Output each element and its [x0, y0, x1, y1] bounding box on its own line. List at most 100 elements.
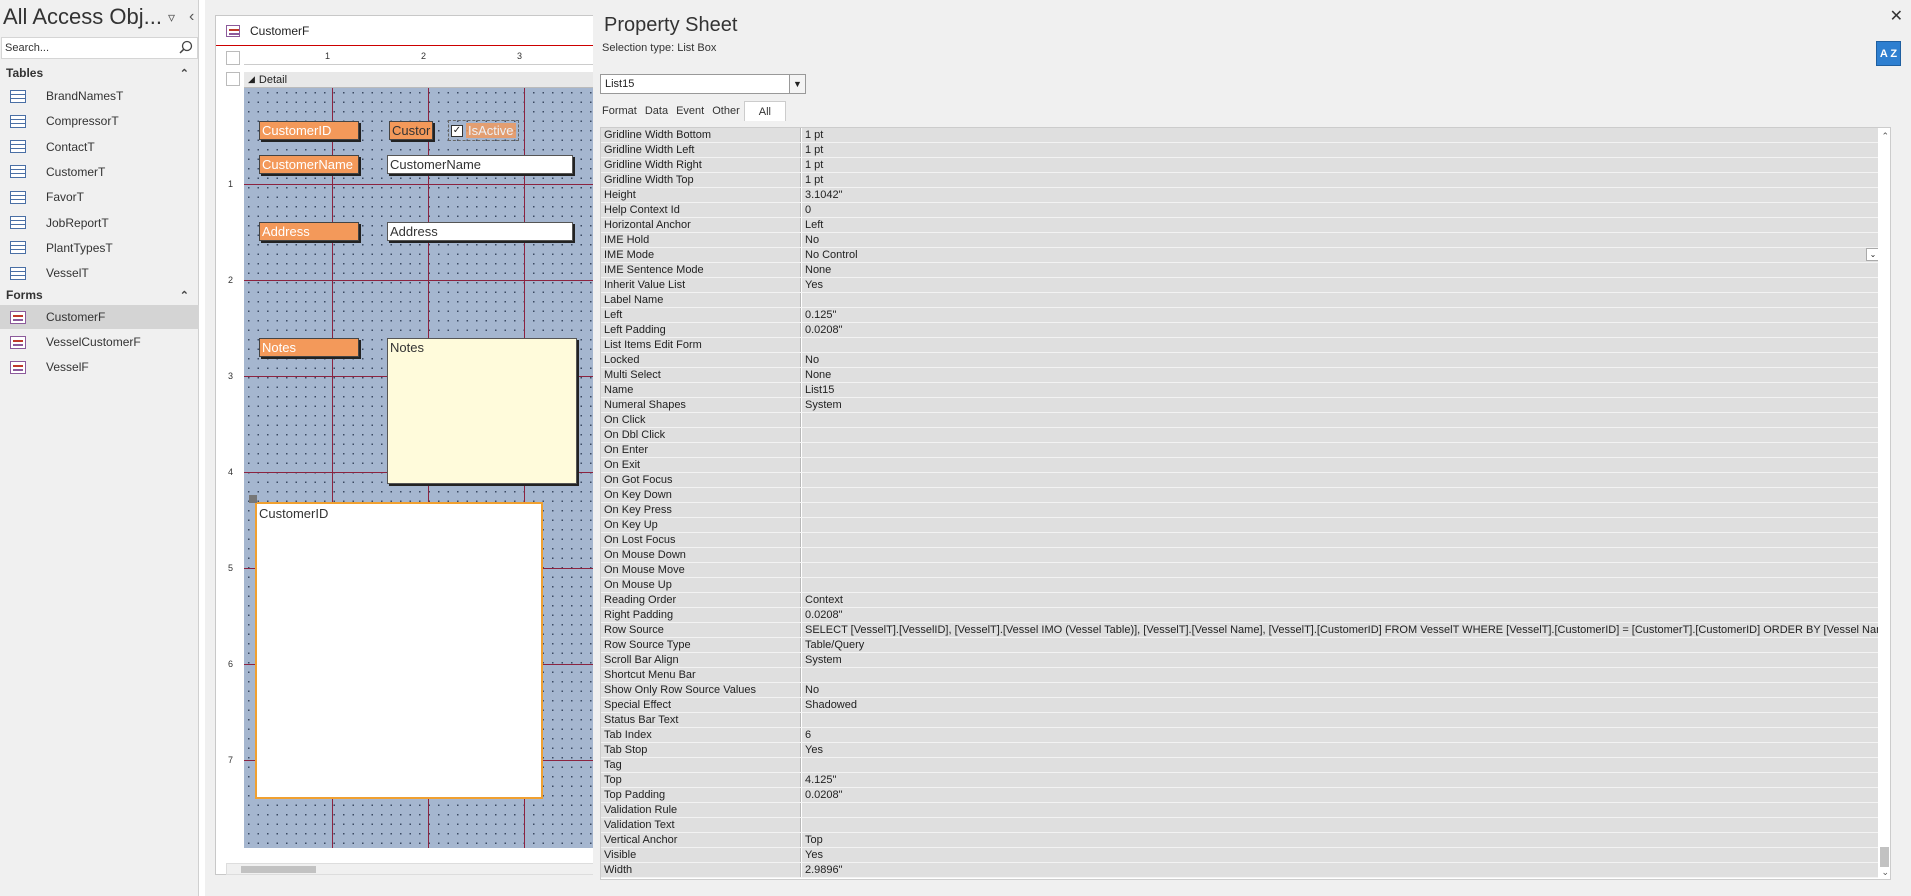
property-value[interactable]: 4.125" [802, 773, 1882, 787]
property-value[interactable] [802, 668, 1882, 682]
isactive-checkbox-control[interactable]: ✓ IsActive [448, 120, 519, 141]
property-value[interactable]: 0.125" [802, 308, 1882, 322]
property-value[interactable]: System [802, 653, 1882, 667]
property-value[interactable]: 0.0208" [802, 608, 1882, 622]
property-value[interactable]: No [802, 683, 1882, 697]
property-value[interactable] [802, 293, 1882, 307]
property-row[interactable]: Inherit Value List Yes [601, 278, 1890, 293]
property-row[interactable]: On Click [601, 413, 1890, 428]
nav-item-table[interactable]: BrandNamesT [0, 84, 199, 108]
property-row[interactable]: Numeral Shapes System [601, 398, 1890, 413]
property-row[interactable]: Gridline Width Left 1 pt [601, 143, 1890, 158]
nav-item-table[interactable]: CompressorT [0, 109, 199, 133]
property-value[interactable]: Yes [802, 743, 1882, 757]
property-value[interactable] [802, 533, 1882, 547]
section-forms[interactable]: Forms ⌃ [0, 284, 199, 306]
search-input[interactable] [2, 41, 172, 55]
nav-title[interactable]: All Access Obj... [3, 4, 162, 30]
chevron-up-icon[interactable]: ⌃ [180, 67, 189, 80]
property-row[interactable]: Name List15 [601, 383, 1890, 398]
property-row[interactable]: Scroll Bar Align System [601, 653, 1890, 668]
tab-format[interactable]: Format [600, 101, 641, 121]
property-value[interactable] [802, 503, 1882, 517]
property-value[interactable] [802, 713, 1882, 727]
property-value[interactable]: 2.9896" [802, 863, 1882, 877]
property-row[interactable]: Vertical Anchor Top [601, 833, 1890, 848]
nav-item-table[interactable]: PlantTypesT [0, 236, 199, 260]
property-row[interactable]: Height 3.1042" [601, 188, 1890, 203]
notes-label[interactable]: Notes [259, 338, 359, 357]
property-value[interactable] [802, 548, 1882, 562]
property-row[interactable]: IME Sentence Mode None [601, 263, 1890, 278]
chevron-down-icon[interactable]: ▼ [789, 75, 805, 93]
property-value[interactable]: System [802, 398, 1882, 412]
property-value[interactable] [802, 428, 1882, 442]
property-value[interactable] [802, 578, 1882, 592]
property-value[interactable] [802, 518, 1882, 532]
property-row[interactable]: On Key Press [601, 503, 1890, 518]
property-value[interactable]: Context [802, 593, 1882, 607]
property-value[interactable] [802, 443, 1882, 457]
property-value[interactable]: Yes [802, 848, 1882, 862]
property-value[interactable]: 1 pt [802, 143, 1882, 157]
property-value[interactable]: 1 pt [802, 128, 1882, 142]
property-row[interactable]: On Mouse Move [601, 563, 1890, 578]
property-row[interactable]: Top Padding 0.0208" [601, 788, 1890, 803]
property-row[interactable]: Multi Select None [601, 368, 1890, 383]
property-value[interactable] [802, 338, 1882, 352]
document-tab[interactable]: CustomerF [216, 16, 596, 46]
nav-item-table[interactable]: VesselT [0, 261, 199, 285]
property-row[interactable]: Row Source Type Table/Query [601, 638, 1890, 653]
section-tables[interactable]: Tables ⌃ [0, 62, 199, 84]
scroll-down-icon[interactable]: ⌄ [1881, 867, 1889, 878]
property-value[interactable] [802, 488, 1882, 502]
property-row[interactable]: On Mouse Up [601, 578, 1890, 593]
object-selector-dropdown[interactable]: List15 ▼ [600, 74, 806, 94]
search-icon[interactable] [179, 40, 193, 54]
property-value[interactable]: None [802, 368, 1882, 382]
nav-item-form[interactable]: CustomerF [0, 305, 199, 329]
property-row[interactable]: On Key Down [601, 488, 1890, 503]
nav-menu-dropdown-icon[interactable]: ▿ [168, 9, 175, 26]
property-row[interactable]: Visible Yes [601, 848, 1890, 863]
nav-item-table[interactable]: FavorT [0, 185, 199, 209]
property-row[interactable]: Gridline Width Right 1 pt [601, 158, 1890, 173]
property-row[interactable]: On Mouse Down [601, 548, 1890, 563]
property-value[interactable]: None [802, 263, 1882, 277]
property-row[interactable]: Reading Order Context [601, 593, 1890, 608]
nav-item-table[interactable]: ContactT [0, 135, 199, 159]
property-value[interactable]: 1 pt [802, 158, 1882, 172]
customerid-label[interactable]: CustomerID [259, 121, 359, 140]
tab-data[interactable]: Data [641, 101, 672, 121]
property-row[interactable]: Tag [601, 758, 1890, 773]
property-row[interactable]: Shortcut Menu Bar [601, 668, 1890, 683]
tab-all[interactable]: All [743, 101, 786, 121]
move-handle[interactable] [249, 495, 257, 503]
form-selector[interactable] [226, 51, 240, 65]
scrollbar-thumb[interactable] [1880, 847, 1889, 867]
tab-other[interactable]: Other [708, 101, 744, 121]
list15-listbox[interactable]: CustomerID [255, 502, 543, 799]
property-row[interactable]: On Enter [601, 443, 1890, 458]
address-textbox[interactable]: Address [387, 222, 573, 241]
checkbox-icon[interactable]: ✓ [451, 124, 463, 137]
property-value[interactable] [802, 758, 1882, 772]
property-row[interactable]: Right Padding 0.0208" [601, 608, 1890, 623]
property-value[interactable] [802, 458, 1882, 472]
section-selector[interactable] [226, 72, 240, 86]
property-row[interactable]: Horizontal Anchor Left [601, 218, 1890, 233]
property-value[interactable]: 0 [802, 203, 1882, 217]
property-value[interactable] [802, 473, 1882, 487]
detail-section-bar[interactable]: ◢ Detail [244, 72, 596, 88]
customername-textbox[interactable]: CustomerName [387, 155, 573, 174]
property-value[interactable]: Table/Query [802, 638, 1882, 652]
property-row[interactable]: Left Padding 0.0208" [601, 323, 1890, 338]
property-row[interactable]: Row Source SELECT [VesselT].[VesselID], [… [601, 623, 1890, 638]
design-canvas[interactable]: CustomerID Custor ✓ IsActive CustomerNam… [244, 88, 596, 848]
property-row[interactable]: Status Bar Text [601, 713, 1890, 728]
nav-item-table[interactable]: JobReportT [0, 211, 199, 235]
property-value[interactable]: 6 [802, 728, 1882, 742]
property-row[interactable]: IME Mode No Control ⌄ [601, 248, 1890, 263]
customerid-textbox[interactable]: Custor [389, 121, 433, 140]
property-row[interactable]: Validation Text [601, 818, 1890, 833]
